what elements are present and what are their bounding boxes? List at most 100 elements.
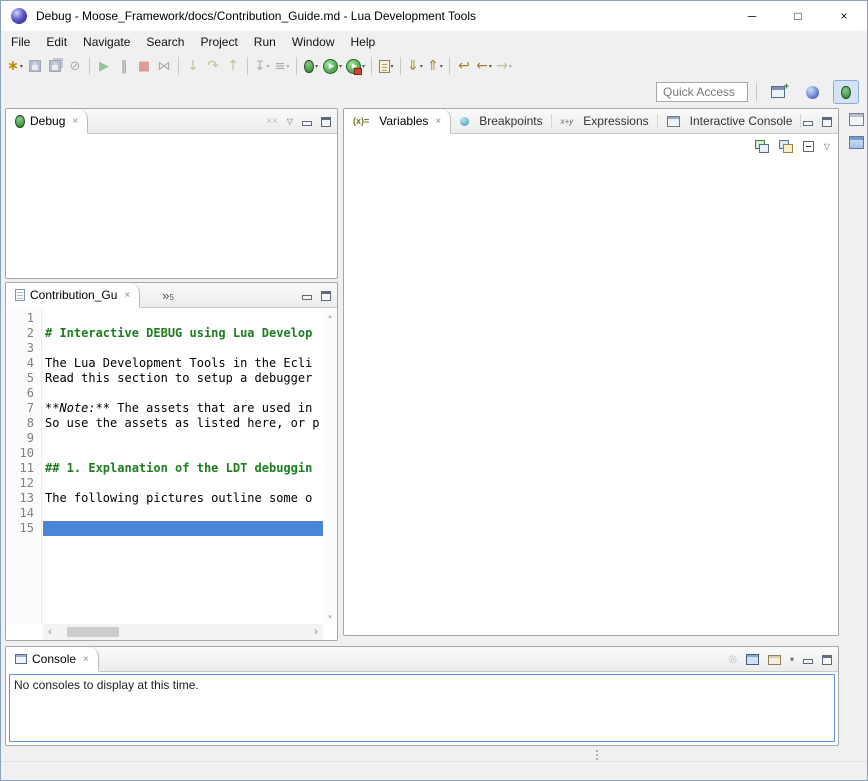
close-icon[interactable]: ×	[435, 116, 441, 127]
variables-view-content[interactable]	[344, 158, 838, 634]
last-edit-location-button[interactable]: ↩ ▾	[454, 55, 474, 77]
scrollbar-thumb[interactable]	[67, 627, 119, 637]
skip-breakpoints-button[interactable]: ⊘ ▾	[65, 55, 85, 77]
window-maximize-button[interactable]: □	[775, 1, 821, 31]
maximize-view-icon[interactable]	[321, 291, 331, 301]
minimize-view-icon[interactable]	[803, 655, 813, 665]
back-button[interactable]: ← ▾	[474, 55, 494, 77]
disconnect-button[interactable]: ⋈ ▾	[154, 55, 174, 77]
step-filters-button[interactable]: ≡ ▾	[272, 55, 292, 77]
view-menu-icon[interactable]: ▽	[824, 142, 830, 151]
dropdown-arrow-icon: ▾	[440, 63, 443, 70]
code-line[interactable]	[43, 506, 323, 521]
collapse-all-icon[interactable]	[803, 141, 814, 152]
code-line[interactable]	[43, 476, 323, 491]
pin-console-icon[interactable]: ◎	[728, 654, 737, 665]
maximize-view-icon[interactable]	[321, 117, 331, 127]
code-segment: **Note:**	[45, 401, 110, 415]
tab-variables[interactable]: Variables ×	[344, 109, 451, 134]
tab-interactive-console[interactable]: Interactive Console ×	[658, 109, 802, 133]
step-into-button[interactable]: ↓ ▾	[183, 55, 203, 77]
code-line[interactable]: # Interactive DEBUG using Lua Develop	[43, 326, 323, 341]
line-number: 10	[6, 446, 41, 461]
view-menu-icon[interactable]: ▽	[287, 117, 293, 126]
scroll-right-icon[interactable]: ›	[309, 625, 323, 639]
code-line[interactable]	[43, 341, 323, 356]
code-editor[interactable]: # Interactive DEBUG using Lua Develop The…	[43, 309, 323, 624]
run-button[interactable]: ▶ ▾	[321, 55, 344, 77]
close-icon[interactable]: ×	[72, 116, 78, 127]
minimize-view-icon[interactable]	[803, 117, 813, 127]
scroll-left-icon[interactable]: ‹	[43, 625, 57, 639]
menu-search[interactable]: Search	[138, 32, 192, 52]
open-console-icon[interactable]	[768, 655, 781, 665]
code-line[interactable]	[43, 446, 323, 461]
display-selected-console-icon[interactable]	[746, 654, 759, 665]
dropdown-arrow-icon[interactable]: ▾	[790, 655, 794, 664]
tab-contribution-guide[interactable]: Contribution_Gu ×	[6, 283, 140, 308]
code-line[interactable]: The following pictures outline some o	[43, 491, 323, 506]
minimized-view-restore-icon[interactable]	[849, 113, 864, 126]
debug-button[interactable]: ▾	[301, 55, 321, 77]
editor-vertical-scrollbar[interactable]: ▴ ▾	[323, 309, 337, 624]
save-all-button[interactable]: ▾	[45, 55, 65, 77]
resume-button[interactable]: ▶ ▾	[94, 55, 114, 77]
code-line[interactable]: ## 1. Explanation of the LDT debuggin	[43, 461, 323, 476]
minimized-view-outline-icon[interactable]	[849, 136, 864, 149]
drop-to-frame-button[interactable]: ↧ ▾	[252, 55, 272, 77]
editor-horizontal-scrollbar[interactable]: ‹ ›	[43, 624, 323, 640]
menu-run[interactable]: Run	[246, 32, 284, 52]
scroll-down-icon[interactable]: ▾	[328, 613, 332, 621]
open-perspective-button[interactable]	[765, 80, 791, 104]
menu-edit[interactable]: Edit	[38, 32, 75, 52]
close-icon[interactable]: ×	[124, 290, 130, 301]
code-line[interactable]: The Lua Development Tools in the Ecli	[43, 356, 323, 371]
minimize-view-icon[interactable]	[302, 117, 312, 127]
suspend-button[interactable]: ‖ ▾	[114, 55, 134, 77]
sash-handle[interactable]	[596, 750, 598, 760]
remove-all-terminated-icon[interactable]: ××	[266, 116, 278, 127]
terminate-button[interactable]: ■ ▾	[134, 55, 154, 77]
debug-view-content[interactable]	[6, 134, 337, 279]
menu-window[interactable]: Window	[284, 32, 343, 52]
menu-file[interactable]: File	[3, 32, 38, 52]
code-line[interactable]	[43, 431, 323, 446]
next-annotation-button[interactable]: ⇓ ▾	[405, 55, 425, 77]
menu-help[interactable]: Help	[343, 32, 384, 52]
debug-perspective-button[interactable]	[833, 80, 859, 104]
code-line[interactable]: **Note:** The assets that are used in	[43, 401, 323, 416]
tab-expressions[interactable]: Expressions ×	[552, 109, 658, 133]
code-line[interactable]	[43, 311, 323, 326]
ldt-perspective-button[interactable]	[799, 80, 825, 104]
close-icon[interactable]: ×	[83, 654, 89, 665]
show-columns-icon[interactable]	[779, 140, 793, 153]
scroll-up-icon[interactable]: ▴	[328, 312, 332, 320]
new-task-button[interactable]: ▾	[376, 55, 396, 77]
external-tools-button[interactable]: ▶ ▾	[344, 55, 367, 77]
tab-breakpoints[interactable]: Breakpoints ×	[451, 109, 551, 133]
hidden-editors-button[interactable]: »5	[162, 283, 174, 307]
tab-debug[interactable]: Debug ×	[6, 109, 88, 134]
maximize-view-icon[interactable]	[822, 117, 832, 127]
window-minimize-button[interactable]: ─	[729, 1, 775, 31]
code-line[interactable]	[43, 521, 323, 536]
tab-console[interactable]: Console ×	[6, 647, 99, 672]
maximize-view-icon[interactable]	[822, 655, 832, 665]
step-return-button[interactable]: ↑ ▾	[223, 55, 243, 77]
step-over-button[interactable]: ↷ ▾	[203, 55, 223, 77]
minimize-view-icon[interactable]	[302, 291, 312, 301]
separator: ▾	[296, 57, 297, 75]
save-button[interactable]: ▾	[25, 55, 45, 77]
code-line[interactable]	[43, 386, 323, 401]
previous-annotation-button[interactable]: ⇑ ▾	[425, 55, 445, 77]
console-output[interactable]: No consoles to display at this time.	[9, 674, 835, 742]
code-line[interactable]: So use the assets as listed here, or p	[43, 416, 323, 431]
new-button[interactable]: ∗ ▾	[5, 55, 25, 77]
show-logical-structure-icon[interactable]	[755, 140, 769, 153]
code-line[interactable]: Read this section to setup a debugger	[43, 371, 323, 386]
forward-button[interactable]: → ▾	[494, 55, 514, 77]
menu-project[interactable]: Project	[192, 32, 245, 52]
quick-access-box[interactable]: Quick Access	[656, 82, 748, 102]
window-close-button[interactable]: ×	[821, 1, 867, 31]
menu-navigate[interactable]: Navigate	[75, 32, 138, 52]
